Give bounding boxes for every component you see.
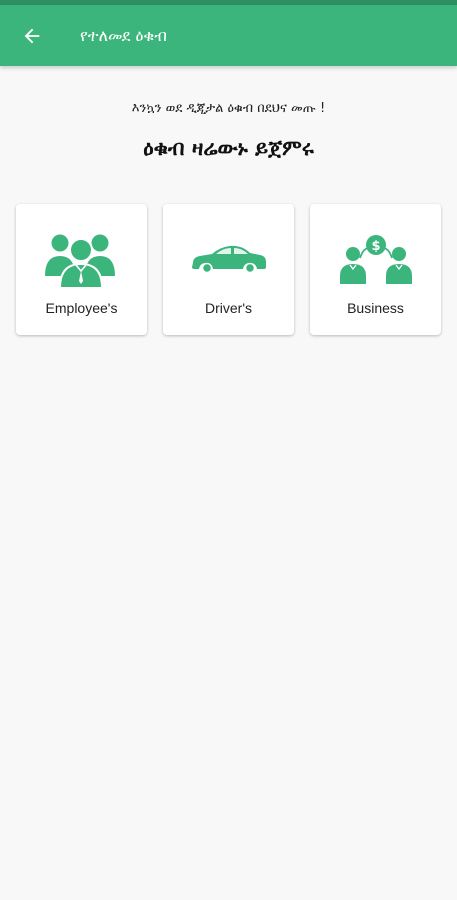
start-heading: ዕቁብ ዛሬውኑ ይጀምሩ [143,136,314,160]
business-people-money-icon: $ [338,224,414,294]
back-button[interactable] [15,19,49,53]
page-title: የተለመደ ዕቁብ [80,25,167,45]
arrow-left-icon [24,28,40,43]
welcome-subtitle: እንኳን ወደ ዲጂታል ዕቁብ በደህና መጡ ! [131,101,326,116]
drivers-card[interactable]: Driver's [163,204,294,335]
employees-icon [44,224,120,294]
business-label: Business [347,300,404,316]
employees-label: Employee's [45,300,118,316]
drivers-label: Driver's [204,300,252,316]
car-icon [191,224,267,294]
app-bar: የተለመደ ዕቁብ [0,5,457,66]
employees-card[interactable]: Employee's [16,204,147,335]
business-card[interactable]: $ Business [310,204,441,335]
category-cards: Employee's Driver's $ Business [16,204,441,335]
svg-text:$: $ [371,239,380,254]
